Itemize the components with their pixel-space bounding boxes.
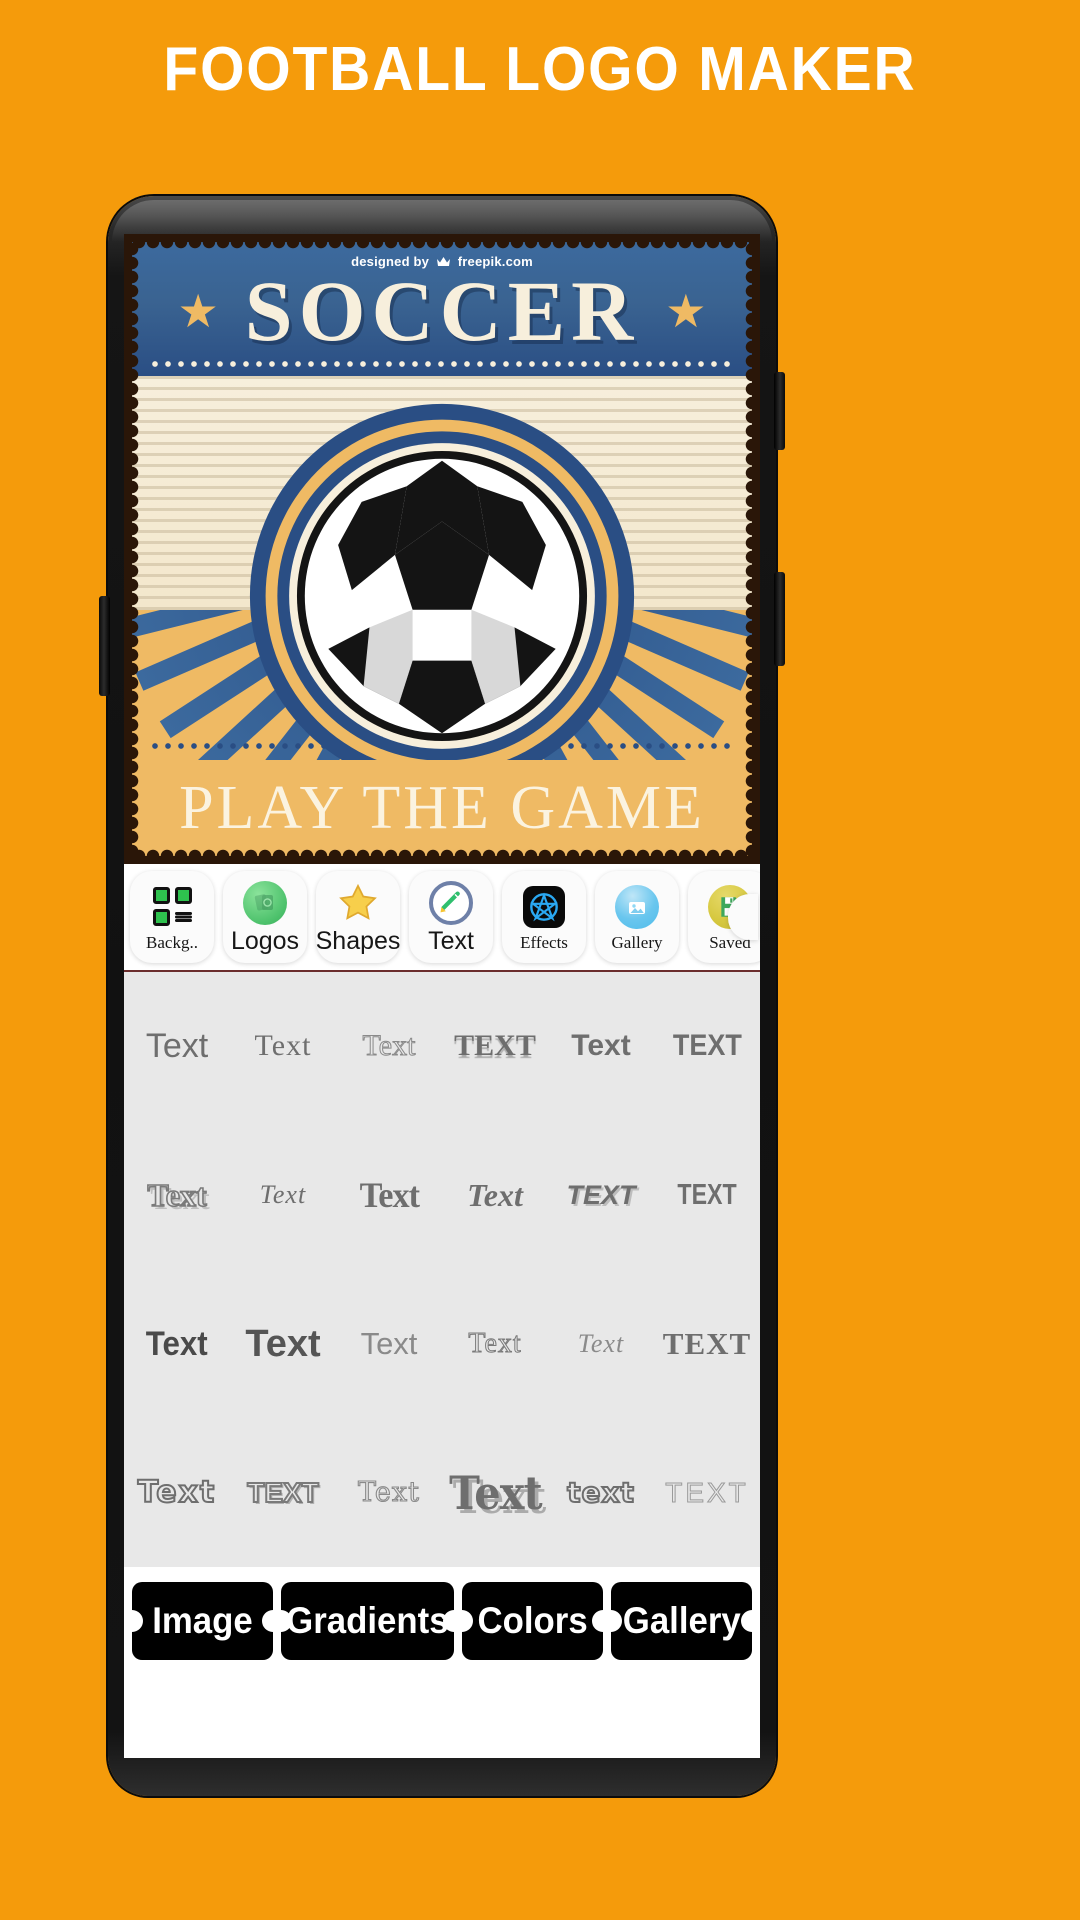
pencil-icon	[429, 880, 473, 925]
stamp-perforation-bottom	[132, 844, 752, 856]
toolbar-label-background: Backg..	[146, 932, 198, 952]
tab-colors-label: Colors	[477, 1600, 588, 1641]
phone-screen: designed by freepik.com ★ SOCCER ★ PLAY …	[124, 234, 760, 1758]
logos-icon	[243, 880, 287, 925]
font-sample-text: Text	[360, 1326, 418, 1362]
font-style-cell[interactable]: TEXT	[442, 972, 548, 1121]
font-style-cell[interactable]: Text	[548, 972, 654, 1121]
font-style-cell[interactable]: Text	[124, 1418, 230, 1567]
font-style-cell[interactable]: Text	[230, 972, 336, 1121]
poster-subtitle[interactable]: PLAY THE GAME	[179, 777, 705, 839]
font-sample-text: Text	[362, 1029, 416, 1063]
font-sample-text: Text	[145, 1027, 209, 1066]
dot-divider-top	[150, 360, 734, 368]
font-sample-text: Text	[577, 1328, 625, 1358]
font-sample-text: Text	[145, 1324, 208, 1363]
font-sample-text: Text	[359, 1175, 419, 1216]
font-sample-text: Text	[137, 1474, 217, 1510]
editor-toolbar: Backg.. Logos Shapes Text Effects Galler…	[124, 864, 760, 972]
device-side-button-left[interactable]	[99, 596, 110, 696]
font-style-cell[interactable]: TEXT	[654, 1121, 760, 1270]
logo-canvas[interactable]: designed by freepik.com ★ SOCCER ★ PLAY …	[124, 234, 760, 864]
font-sample-text: TEXT	[566, 1179, 636, 1210]
font-style-cell[interactable]: Text	[124, 1121, 230, 1270]
font-style-grid[interactable]: Text Text Text TEXT Text TEXT Text Text Text Text…	[124, 972, 760, 1567]
font-style-cell[interactable]: Text	[548, 1270, 654, 1419]
toolbar-label-text: Text	[428, 926, 474, 955]
device-power-button[interactable]	[774, 372, 785, 450]
font-sample-text: TEXT	[662, 1326, 752, 1362]
phone-device-frame: designed by freepik.com ★ SOCCER ★ PLAY …	[99, 196, 785, 1796]
grid-icon	[149, 884, 195, 930]
font-style-cell[interactable]: Text	[442, 1418, 548, 1567]
font-style-cell[interactable]: text	[548, 1418, 654, 1567]
font-style-cell[interactable]: Text	[124, 1270, 230, 1419]
bottom-tab-bar: Image Gradients Colors Gallery	[124, 1567, 760, 1675]
font-style-cell[interactable]: Text	[230, 1121, 336, 1270]
toolbar-label-gallery: Gallery	[611, 932, 663, 952]
font-sample-text: Text	[468, 1327, 522, 1359]
page-title: FOOTBALL LOGO MAKER	[163, 35, 917, 104]
toolbar-item-gallery[interactable]: Gallery	[595, 871, 679, 963]
font-sample-text: Text	[147, 1177, 208, 1214]
font-style-cell[interactable]: Text	[442, 1270, 548, 1419]
stamp-perforation-left	[132, 242, 144, 856]
font-sample-text: text	[566, 1475, 635, 1509]
tab-gallery[interactable]: Gallery	[610, 1582, 752, 1660]
font-style-cell[interactable]: Text	[124, 972, 230, 1121]
device-volume-button[interactable]	[774, 572, 785, 666]
font-sample-text: TEXT	[665, 1476, 749, 1508]
toolbar-item-background[interactable]: Backg..	[130, 871, 214, 963]
star-icon	[336, 881, 380, 925]
font-style-cell[interactable]: Text	[336, 1270, 442, 1419]
font-style-cell[interactable]: Text	[442, 1121, 548, 1270]
gallery-icon	[614, 884, 660, 930]
font-sample-text: TEXT	[454, 1029, 536, 1063]
font-style-cell[interactable]: Text	[230, 1270, 336, 1419]
soccer-ball-graphic[interactable]	[246, 400, 638, 792]
toolbar-item-text[interactable]: Text	[409, 871, 493, 963]
toolbar-label-effects: Effects	[520, 932, 568, 952]
stamp-perforation-top	[132, 242, 752, 254]
font-style-cell[interactable]: TEXT	[654, 1270, 760, 1419]
font-style-cell[interactable]: Text	[336, 1121, 442, 1270]
effects-icon	[521, 884, 567, 930]
font-sample-text: Text	[467, 1177, 523, 1214]
font-style-cell[interactable]: TEXT	[654, 1418, 760, 1567]
star-left-icon: ★	[177, 285, 219, 337]
font-sample-text: TEXT	[672, 1029, 742, 1063]
font-sample-text: Text	[245, 1322, 321, 1365]
tab-gallery-label: Gallery	[622, 1600, 741, 1641]
font-sample-text: Text	[254, 1029, 312, 1063]
tab-gradients[interactable]: Gradients	[281, 1582, 454, 1660]
font-style-cell[interactable]: Text	[336, 1418, 442, 1567]
poster-title-row: ★ SOCCER ★	[132, 268, 752, 354]
poster-subtitle-band: PLAY THE GAME	[132, 760, 752, 856]
tab-colors[interactable]: Colors	[461, 1582, 603, 1660]
toolbar-label-logos: Logos	[230, 926, 300, 955]
font-sample-text: Text	[259, 1180, 307, 1210]
font-sample-text: Text	[357, 1477, 420, 1509]
font-style-cell[interactable]: TEXT	[230, 1418, 336, 1567]
poster-title[interactable]: SOCCER	[245, 268, 639, 354]
tab-gradients-label: Gradients	[286, 1600, 449, 1641]
font-style-cell[interactable]: TEXT	[654, 972, 760, 1121]
tab-image-label: Image	[152, 1600, 253, 1641]
font-style-cell[interactable]: TEXT	[548, 1121, 654, 1270]
toolbar-item-logos[interactable]: Logos	[223, 871, 307, 963]
stamp-perforation-right	[740, 242, 752, 856]
toolbar-label-shapes: Shapes	[315, 926, 401, 955]
toolbar-item-shapes[interactable]: Shapes	[316, 871, 400, 963]
font-sample-text: Text	[571, 1029, 631, 1063]
tab-image[interactable]: Image	[132, 1582, 274, 1660]
star-right-icon: ★	[665, 285, 707, 337]
toolbar-item-effects[interactable]: Effects	[502, 871, 586, 963]
font-sample-text: TEXT	[246, 1476, 320, 1508]
font-sample-text: TEXT	[677, 1178, 737, 1211]
font-sample-text: Text	[448, 1465, 543, 1520]
soccer-poster[interactable]: designed by freepik.com ★ SOCCER ★ PLAY …	[132, 242, 752, 856]
font-style-cell[interactable]: Text	[336, 972, 442, 1121]
